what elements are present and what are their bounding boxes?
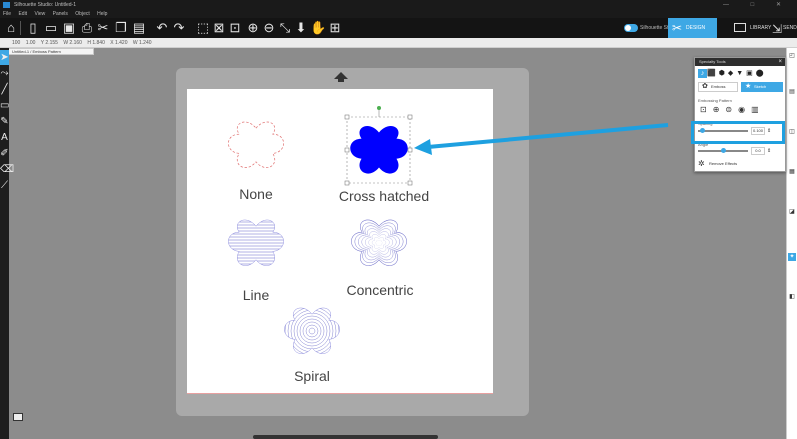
rotate-handle[interactable]	[377, 106, 381, 110]
angle-stepper[interactable]: ⇕	[767, 147, 771, 155]
panel-header: Specialty Tools ×	[695, 58, 785, 66]
pattern-spiral-icon[interactable]: ▥	[751, 105, 765, 114]
sketch-button[interactable]: ★ Sketch	[741, 82, 783, 92]
label-concentric: Concentric	[346, 282, 414, 298]
pattern-cross-icon[interactable]: ⊕	[713, 105, 726, 114]
pattern-concentric-icon[interactable]: ◉	[738, 105, 751, 114]
remove-effects-button[interactable]: ✲ Remove Effects	[698, 160, 737, 168]
right-panel-strip: ◰ ▤ ◫ ▦ ◪ ✦ ◧	[786, 48, 797, 439]
sketch-icon: ★	[745, 83, 752, 90]
label-none: None	[239, 186, 273, 202]
label-spiral: Spiral	[294, 368, 330, 384]
label-line: Line	[242, 287, 270, 303]
emboss-button[interactable]: ✿ Emboss	[698, 82, 738, 92]
resize-handle[interactable]	[407, 147, 413, 153]
pattern-section-label: Embossing Pattern	[698, 98, 732, 103]
tool-icon[interactable]: ⬛	[707, 70, 719, 77]
specialty-tools-panel: Specialty Tools × ♪ ⬛⬢◆▼▣⬤ ✿ Emboss ★ Ske…	[694, 57, 786, 172]
panel-icon-selected[interactable]: ✦	[788, 253, 796, 261]
resize-handle[interactable]	[344, 180, 350, 186]
tool-type-icons: ♪ ⬛⬢◆▼▣⬤	[698, 69, 767, 78]
tool-icon[interactable]: ▼	[736, 70, 746, 77]
tool-icon[interactable]: ▣	[746, 70, 756, 77]
tool-icon[interactable]: ⬢	[719, 70, 728, 77]
angle-slider-knob[interactable]	[721, 148, 726, 153]
panel-icon[interactable]: ▤	[788, 88, 796, 96]
tool-icon[interactable]: ⬤	[756, 70, 767, 77]
panel-icon[interactable]: ◫	[788, 128, 796, 136]
flower-spiral[interactable]	[276, 295, 348, 367]
resize-handle[interactable]	[407, 180, 413, 186]
panel-title: Specialty Tools	[699, 59, 726, 64]
flower-none[interactable]	[227, 121, 285, 169]
pattern-none-icon[interactable]: ⊡	[700, 105, 713, 114]
tool-icon[interactable]: ◆	[728, 70, 736, 77]
design-shapes	[220, 106, 413, 367]
panel-icon[interactable]: ▦	[788, 168, 796, 176]
spacing-highlight-box	[691, 121, 785, 144]
sketch-label: Sketch	[754, 84, 767, 89]
app-window: Silhouette Studio: Untitled-1 — □ ✕ File…	[0, 0, 797, 439]
emboss-label: Emboss	[711, 84, 726, 89]
remove-effects-icon: ✲	[698, 159, 705, 168]
horizontal-scrollbar[interactable]	[253, 435, 438, 439]
label-cross-hatched: Cross hatched	[338, 188, 430, 204]
panel-icon[interactable]: ◰	[788, 52, 796, 60]
resize-handle[interactable]	[344, 114, 350, 120]
flower-line[interactable]	[220, 216, 292, 270]
emboss-tool-icon[interactable]: ♪	[698, 69, 707, 78]
pattern-line-icon[interactable]: ⊜	[725, 105, 738, 114]
flower-concentric[interactable]	[350, 219, 408, 267]
angle-input[interactable]: 0.0	[751, 147, 765, 155]
pattern-options: ⊡⊕⊜◉▥	[700, 105, 765, 115]
folder-icon[interactable]	[13, 413, 23, 421]
flower-cross-hatched[interactable]	[344, 106, 413, 186]
emboss-icon: ✿	[702, 83, 708, 90]
panel-icon[interactable]: ◧	[788, 293, 796, 301]
close-icon[interactable]: ×	[778, 58, 782, 66]
resize-handle[interactable]	[344, 147, 350, 153]
resize-handle[interactable]	[407, 114, 413, 120]
panel-icon[interactable]: ◪	[788, 208, 796, 216]
remove-effects-label: Remove Effects	[709, 161, 738, 166]
